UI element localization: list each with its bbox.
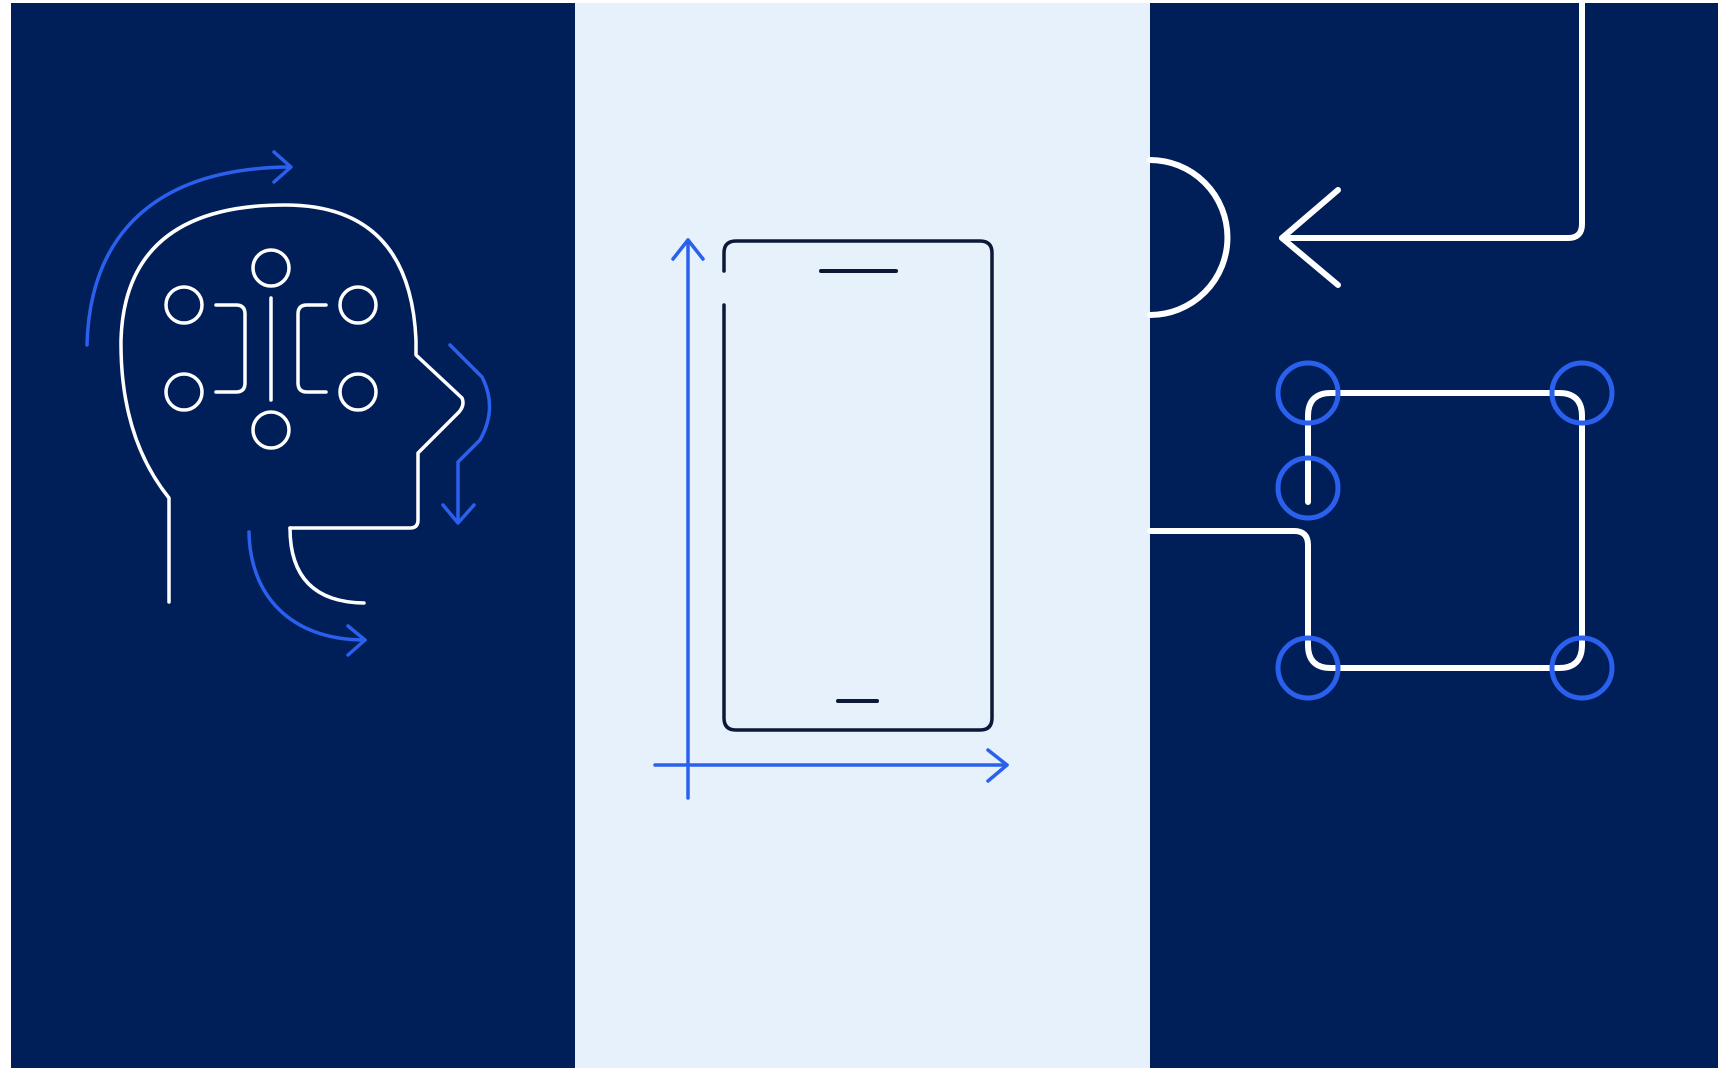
panel-center-background xyxy=(575,3,1150,1068)
panel-left-background xyxy=(11,3,575,1068)
panel-right-background xyxy=(1150,3,1718,1068)
illustration-canvas xyxy=(11,0,1718,1068)
